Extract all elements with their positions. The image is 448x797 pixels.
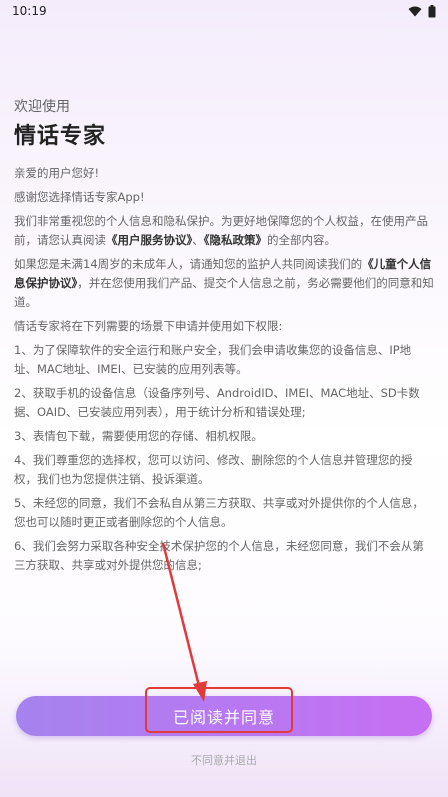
- privacy-paragraph: 我们非常重视您的个人信息和隐私保护。为更好地保障您的个人权益，在使用产品前，请您…: [14, 212, 434, 250]
- status-bar: 10:19: [0, 0, 448, 22]
- annotation-highlight-box: [145, 687, 293, 733]
- paragraph-text: 的全部内容。: [267, 233, 336, 247]
- paragraph-text: 、: [192, 233, 204, 247]
- permission-item: 3、表情包下载，需要使用您的存储、相机权限。: [14, 429, 263, 443]
- paragraph-text: ，并在您使用我们产品、提交个人信息之前，务必需要他们的同意和知道。: [14, 276, 434, 309]
- status-icons: [408, 4, 436, 18]
- permission-item: 5、未经您的同意，我们不会私自从第三方获取、共享或对外提供你的个人信息，您也可以…: [14, 496, 424, 529]
- user-agreement-link[interactable]: 《用户服务协议》: [106, 233, 192, 247]
- privacy-policy-link[interactable]: 《隐私政策》: [204, 233, 267, 247]
- minor-paragraph: 如果您是未满14周岁的未成年人，请通知您的监护人共同阅读我们的《儿童个人信息保护…: [14, 255, 434, 312]
- permissions-intro: 情话专家将在下列需要的场景下申请并使用如下权限:: [14, 319, 283, 333]
- thanks-text: 感谢您选择情话专家App!: [14, 190, 145, 204]
- battery-icon: [428, 4, 436, 17]
- permission-item: 1、为了保障软件的安全运行和账户安全，我们会申请收集您的设备信息、IP地址、MA…: [14, 343, 412, 376]
- decline-button[interactable]: 不同意并退出: [0, 752, 448, 768]
- wifi-icon: [408, 6, 422, 16]
- permission-item: 6、我们会努力采取各种安全技术保护您的个人信息，未经您同意，我们不会从第三方获取…: [14, 539, 424, 572]
- permission-item: 2、获取手机的设备信息（设备序列号、AndroidID、IMEI、MAC地址、S…: [14, 386, 420, 419]
- paragraph-text: 如果您是未满14周岁的未成年人，请通知您的监护人共同阅读我们的: [14, 257, 363, 271]
- permission-item: 4、我们尊重您的选择权，您可以访问、修改、删除您的个人信息并管理您的授权，我们也…: [14, 453, 413, 486]
- status-time: 10:19: [12, 4, 47, 18]
- greeting-text: 亲爱的用户您好!: [14, 166, 100, 180]
- privacy-content: 亲爱的用户您好! 感谢您选择情话专家App! 我们非常重视您的个人信息和隐私保护…: [14, 164, 434, 580]
- app-title: 情话专家: [14, 124, 107, 149]
- welcome-text: 欢迎使用: [14, 99, 70, 115]
